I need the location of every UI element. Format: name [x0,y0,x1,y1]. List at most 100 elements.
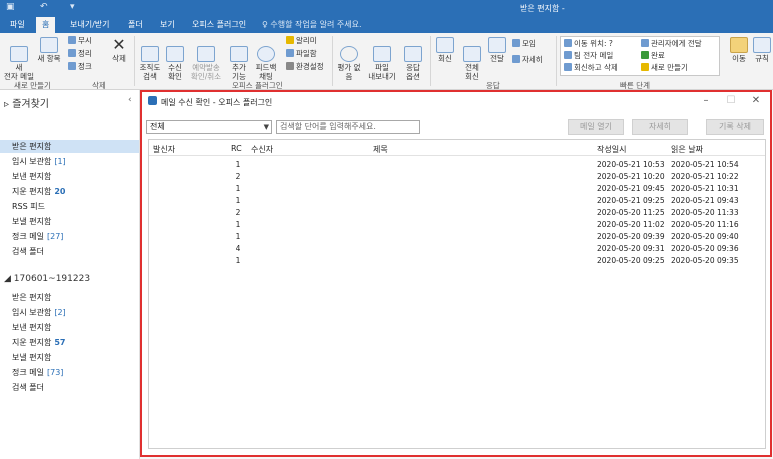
more-button[interactable]: 자세히 [512,55,543,65]
table-row[interactable]: 1 2020-05-20 09:25 2020-05-20 09:35 [149,256,765,267]
sidebar-item-inbox[interactable]: 받은 편지함 [0,140,139,153]
meeting-button[interactable]: 모임 [512,39,536,49]
table-row[interactable]: 1 2020-05-20 11:02 2020-05-20 11:16 [149,220,765,231]
group-separator [332,36,333,86]
table-row[interactable]: 1 2020-05-21 10:53 2020-05-21 10:54 [149,160,765,171]
notify-button[interactable]: 알리미 [286,36,317,46]
tab-office-plugin[interactable]: 오피스 플러그인 [186,17,252,33]
settings-button[interactable]: 환경설정 [286,62,324,72]
group-separator [134,36,135,86]
dialog-title: 메일 수신 확인 - 오피스 플러그인 [161,98,273,107]
sidebar-item-rss[interactable]: RSS 피드 [12,201,45,212]
title-bar: ▣ ↶ ▾ 받은 편지함 - [0,0,773,17]
reply-button[interactable]: 회신 [434,37,456,63]
reserve-cancel-button[interactable]: 예약발송 확인/취소 [188,37,224,81]
sidebar-item-outbox[interactable]: 보낼 편지함 [12,216,51,227]
collapse-pane-icon[interactable]: ‹ [128,95,132,105]
sidebar-item-search-folders[interactable]: 검색 폴더 [12,382,44,393]
cleanup-icon [68,49,76,57]
file-box-button[interactable]: 파일함 [286,49,317,59]
reply-options-button[interactable]: 응답 옵션 [400,37,426,81]
sidebar-item-sent[interactable]: 보낸 편지함 [12,171,51,182]
column-sender[interactable]: 발신자 [153,144,175,155]
save-icon[interactable]: ▣ [6,2,15,12]
maximize-icon[interactable]: ☐ [725,95,737,106]
group-separator [556,36,557,86]
dialog-title-bar: 메일 수신 확인 - 오피스 플러그인 – ☐ ✕ [142,92,770,112]
bell-icon [286,36,294,44]
rules-button[interactable]: 규칙 [752,37,772,63]
column-rc[interactable]: RC [231,144,242,153]
filter-select[interactable]: 전체 ▼ [146,120,272,134]
feedback-chat-button[interactable]: 피드백 채팅 [252,37,280,81]
cleanup-button[interactable]: 정리 [68,49,92,59]
search-input[interactable]: 검색할 단어를 입력해주세요. [276,120,420,134]
ignore-button[interactable]: 무시 [68,36,92,46]
detail-button[interactable]: 자세히 [632,119,688,135]
forward-button[interactable]: 전달 [486,37,508,63]
quick-access-dropdown-icon[interactable]: ▾ [70,2,75,12]
quick-step-reply-delete[interactable]: 회신하고 삭제 [564,63,618,73]
move-button[interactable]: 이동 [728,37,750,63]
tab-send-receive[interactable]: 보내기/받기 [64,17,116,33]
column-recipient[interactable]: 수신자 [251,144,273,155]
sidebar-item-deleted[interactable]: 지운 편지함 57 [12,337,65,348]
receipt-check-button[interactable]: 수신 확인 [164,37,186,81]
addon-icon [230,46,248,62]
sidebar-item-deleted[interactable]: 지운 편지함 20 [12,186,65,197]
quick-steps-gallery: 이동 위치: ? 팀 전자 메일 회신하고 삭제 관리자에게 전달 완료 새로 … [560,36,720,76]
open-mail-button[interactable]: 메일 열기 [568,119,624,135]
sidebar-item-junk[interactable]: 정크 메일 [73] [12,367,63,378]
table-row[interactable]: 1 2020-05-20 09:39 2020-05-20 09:40 [149,232,765,243]
reply-icon [436,37,454,53]
new-email-button[interactable]: 새 전자 메일 [4,37,34,81]
quick-step-new[interactable]: 새로 만들기 [641,63,688,73]
table-row[interactable]: 1 2020-05-21 09:25 2020-05-21 09:43 [149,196,765,207]
ribbon-tabs: 파일 홈 보내기/받기 폴더 보기 오피스 플러그인 ♀ 수행할 작업을 알려 … [0,17,773,33]
sidebar-item-sent[interactable]: 보낸 편지함 [12,322,51,333]
undo-icon[interactable]: ↶ [40,2,48,12]
sidebar-item-junk[interactable]: 정크 메일 [27] [12,231,63,242]
tab-folder[interactable]: 폴더 [122,17,149,33]
reply-all-button[interactable]: 전체 회신 [460,37,484,81]
column-subject[interactable]: 제목 [373,144,388,155]
add-func-button[interactable]: 추가 기능 [228,37,250,81]
rate-button[interactable]: 평가 없 음 [336,37,362,81]
table-row[interactable]: 1 2020-05-21 09:45 2020-05-21 10:31 [149,184,765,195]
delete-button[interactable]: ✕ 삭제 [108,37,130,64]
sidebar-item-search-folders[interactable]: 검색 폴더 [12,246,44,257]
team-email-icon [564,51,572,59]
sidebar-item-inbox[interactable]: 받은 편지함 [12,292,51,303]
account-header[interactable]: ◢ 170601~191223 [4,274,90,284]
favorites-header[interactable]: ▹ 즐겨찾기 [4,95,49,110]
quick-step-team-email[interactable]: 팀 전자 메일 [564,51,613,61]
tab-view[interactable]: 보기 [154,17,181,33]
tab-file[interactable]: 파일 [4,17,31,33]
quick-step-move[interactable]: 이동 위치: ? [564,39,613,49]
minimize-icon[interactable]: – [700,95,712,106]
folder-icon [564,39,572,47]
file-export-button[interactable]: 파일 내보내기 [366,37,398,81]
table-row[interactable]: 2 2020-05-21 10:20 2020-05-21 10:22 [149,172,765,183]
sidebar-item-drafts[interactable]: 임시 보관함 [2] [12,307,66,318]
org-search-button[interactable]: 조직도 검색 [138,37,162,81]
close-icon[interactable]: ✕ [750,95,762,106]
junk-button[interactable]: 정크 [68,62,92,72]
people-icon [141,46,159,62]
quick-step-to-manager[interactable]: 관리자에게 전달 [641,39,702,49]
sidebar-item-drafts[interactable]: 임시 보관함 [1] [12,156,66,167]
column-read-date[interactable]: 읽은 날짜 [671,144,703,155]
new-items-button[interactable]: 새 항목 [36,37,62,63]
quick-step-done[interactable]: 완료 [641,51,665,61]
tab-home[interactable]: 홈 [36,17,56,33]
window-title: 받은 편지함 - [520,4,565,13]
sidebar-item-outbox[interactable]: 보낼 편지함 [12,352,51,363]
table-row[interactable]: 2 2020-05-20 11:25 2020-05-20 11:33 [149,208,765,219]
tell-me-box[interactable]: ♀ 수행할 작업을 알려 주세요. [262,17,362,33]
delete-record-button[interactable]: 기록 삭제 [706,119,764,135]
table-row[interactable]: 4 2020-05-20 09:31 2020-05-20 09:36 [149,244,765,255]
reply-options-icon [404,46,422,62]
receipt-check-dialog: 메일 수신 확인 - 오피스 플러그인 – ☐ ✕ 전체 ▼ 검색할 단어를 입… [140,90,772,457]
plugin-app-icon [148,96,157,105]
column-sent-date[interactable]: 작성일시 [597,144,626,155]
